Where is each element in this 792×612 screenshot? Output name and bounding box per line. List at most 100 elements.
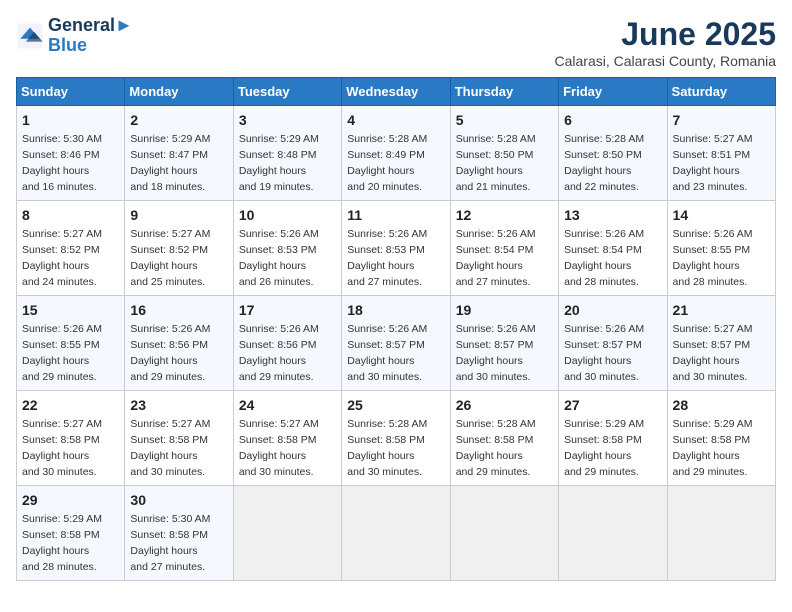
calendar-cell: 28 Sunrise: 5:29 AMSunset: 8:58 PMDayligh… — [667, 391, 775, 486]
day-number: 20 — [564, 300, 661, 320]
calendar-cell: 2 Sunrise: 5:29 AMSunset: 8:47 PMDaylight… — [125, 106, 233, 201]
day-detail: Sunrise: 5:30 AMSunset: 8:58 PMDaylight … — [130, 513, 210, 573]
calendar-cell: 8 Sunrise: 5:27 AMSunset: 8:52 PMDaylight… — [17, 201, 125, 296]
calendar-cell: 23 Sunrise: 5:27 AMSunset: 8:58 PMDayligh… — [125, 391, 233, 486]
calendar-cell: 12 Sunrise: 5:26 AMSunset: 8:54 PMDayligh… — [450, 201, 558, 296]
calendar-cell: 1Sunrise: 5:30 AMSunset: 8:46 PMDaylight… — [17, 106, 125, 201]
day-number: 30 — [130, 490, 227, 510]
calendar-cell: 13 Sunrise: 5:26 AMSunset: 8:54 PMDayligh… — [559, 201, 667, 296]
day-detail: Sunrise: 5:26 AMSunset: 8:55 PMDaylight … — [22, 323, 102, 383]
day-detail: Sunrise: 5:26 AMSunset: 8:55 PMDaylight … — [673, 228, 753, 288]
calendar-body: 1Sunrise: 5:30 AMSunset: 8:46 PMDaylight… — [17, 106, 776, 581]
day-number: 13 — [564, 205, 661, 225]
calendar-cell: 30 Sunrise: 5:30 AMSunset: 8:58 PMDayligh… — [125, 486, 233, 581]
day-number: 2 — [130, 110, 227, 130]
day-number: 5 — [456, 110, 553, 130]
week-row-2: 8 Sunrise: 5:27 AMSunset: 8:52 PMDaylight… — [17, 201, 776, 296]
day-number: 27 — [564, 395, 661, 415]
title-area: June 2025 Calarasi, Calarasi County, Rom… — [555, 16, 777, 69]
day-number: 12 — [456, 205, 553, 225]
calendar-cell: 25Sunrise: 5:28 AMSunset: 8:58 PMDayligh… — [342, 391, 450, 486]
calendar-cell: 21 Sunrise: 5:27 AMSunset: 8:57 PMDayligh… — [667, 296, 775, 391]
day-number: 6 — [564, 110, 661, 130]
logo: General► Blue — [16, 16, 133, 56]
day-number: 8 — [22, 205, 119, 225]
day-number: 18 — [347, 300, 444, 320]
day-number: 15 — [22, 300, 119, 320]
day-detail: Sunrise: 5:27 AMSunset: 8:51 PMDaylight … — [673, 133, 753, 193]
day-number: 28 — [673, 395, 770, 415]
calendar-cell — [559, 486, 667, 581]
calendar-cell: 5 Sunrise: 5:28 AMSunset: 8:50 PMDaylight… — [450, 106, 558, 201]
day-detail: Sunrise: 5:26 AMSunset: 8:54 PMDaylight … — [456, 228, 536, 288]
day-number: 29 — [22, 490, 119, 510]
calendar-table: SundayMondayTuesdayWednesdayThursdayFrid… — [16, 77, 776, 581]
calendar-cell: 4 Sunrise: 5:28 AMSunset: 8:49 PMDaylight… — [342, 106, 450, 201]
day-detail: Sunrise: 5:29 AMSunset: 8:58 PMDaylight … — [673, 418, 753, 478]
header-saturday: Saturday — [667, 78, 775, 106]
calendar-cell: 19Sunrise: 5:26 AMSunset: 8:57 PMDayligh… — [450, 296, 558, 391]
logo-icon — [16, 22, 44, 50]
page-header: General► Blue June 2025 Calarasi, Calara… — [16, 16, 776, 69]
day-number: 19 — [456, 300, 553, 320]
day-detail: Sunrise: 5:27 AMSunset: 8:58 PMDaylight … — [22, 418, 102, 478]
day-detail: Sunrise: 5:26 AMSunset: 8:56 PMDaylight … — [130, 323, 210, 383]
logo-text: General► Blue — [48, 16, 133, 56]
day-detail: Sunrise: 5:28 AMSunset: 8:58 PMDaylight … — [347, 418, 427, 478]
calendar-cell: 24 Sunrise: 5:27 AMSunset: 8:58 PMDayligh… — [233, 391, 341, 486]
day-number: 26 — [456, 395, 553, 415]
calendar-cell: 29 Sunrise: 5:29 AMSunset: 8:58 PMDayligh… — [17, 486, 125, 581]
day-number: 1 — [22, 110, 119, 130]
calendar-cell: 15 Sunrise: 5:26 AMSunset: 8:55 PMDayligh… — [17, 296, 125, 391]
day-number: 14 — [673, 205, 770, 225]
week-row-5: 29 Sunrise: 5:29 AMSunset: 8:58 PMDayligh… — [17, 486, 776, 581]
calendar-cell: 20 Sunrise: 5:26 AMSunset: 8:57 PMDayligh… — [559, 296, 667, 391]
day-number: 17 — [239, 300, 336, 320]
day-detail: Sunrise: 5:26 AMSunset: 8:57 PMDaylight … — [564, 323, 644, 383]
day-detail: Sunrise: 5:28 AMSunset: 8:49 PMDaylight … — [347, 133, 427, 193]
day-detail: Sunrise: 5:26 AMSunset: 8:56 PMDaylight … — [239, 323, 319, 383]
day-number: 21 — [673, 300, 770, 320]
month-title: June 2025 — [555, 16, 777, 53]
day-detail: Sunrise: 5:26 AMSunset: 8:53 PMDaylight … — [239, 228, 319, 288]
calendar-cell: 10Sunrise: 5:26 AMSunset: 8:53 PMDayligh… — [233, 201, 341, 296]
header-sunday: Sunday — [17, 78, 125, 106]
day-number: 23 — [130, 395, 227, 415]
day-detail: Sunrise: 5:27 AMSunset: 8:58 PMDaylight … — [130, 418, 210, 478]
calendar-header: SundayMondayTuesdayWednesdayThursdayFrid… — [17, 78, 776, 106]
day-detail: Sunrise: 5:29 AMSunset: 8:48 PMDaylight … — [239, 133, 319, 193]
day-detail: Sunrise: 5:27 AMSunset: 8:57 PMDaylight … — [673, 323, 753, 383]
calendar-cell: 11Sunrise: 5:26 AMSunset: 8:53 PMDayligh… — [342, 201, 450, 296]
day-detail: Sunrise: 5:28 AMSunset: 8:50 PMDaylight … — [456, 133, 536, 193]
day-detail: Sunrise: 5:29 AMSunset: 8:58 PMDaylight … — [22, 513, 102, 573]
day-detail: Sunrise: 5:27 AMSunset: 8:52 PMDaylight … — [22, 228, 102, 288]
day-detail: Sunrise: 5:27 AMSunset: 8:58 PMDaylight … — [239, 418, 319, 478]
day-number: 16 — [130, 300, 227, 320]
calendar-cell — [342, 486, 450, 581]
header-monday: Monday — [125, 78, 233, 106]
calendar-cell: 3 Sunrise: 5:29 AMSunset: 8:48 PMDaylight… — [233, 106, 341, 201]
day-number: 3 — [239, 110, 336, 130]
location: Calarasi, Calarasi County, Romania — [555, 53, 777, 69]
day-number: 9 — [130, 205, 227, 225]
day-number: 11 — [347, 205, 444, 225]
day-number: 24 — [239, 395, 336, 415]
calendar-cell: 26Sunrise: 5:28 AMSunset: 8:58 PMDayligh… — [450, 391, 558, 486]
day-detail: Sunrise: 5:27 AMSunset: 8:52 PMDaylight … — [130, 228, 210, 288]
calendar-cell — [667, 486, 775, 581]
day-detail: Sunrise: 5:26 AMSunset: 8:54 PMDaylight … — [564, 228, 644, 288]
header-thursday: Thursday — [450, 78, 558, 106]
day-detail: Sunrise: 5:29 AMSunset: 8:58 PMDaylight … — [564, 418, 644, 478]
day-number: 4 — [347, 110, 444, 130]
calendar-cell: 7 Sunrise: 5:27 AMSunset: 8:51 PMDaylight… — [667, 106, 775, 201]
day-number: 7 — [673, 110, 770, 130]
header-friday: Friday — [559, 78, 667, 106]
calendar-cell: 9 Sunrise: 5:27 AMSunset: 8:52 PMDaylight… — [125, 201, 233, 296]
calendar-cell: 14 Sunrise: 5:26 AMSunset: 8:55 PMDayligh… — [667, 201, 775, 296]
day-detail: Sunrise: 5:29 AMSunset: 8:47 PMDaylight … — [130, 133, 210, 193]
calendar-cell — [450, 486, 558, 581]
calendar-cell: 22 Sunrise: 5:27 AMSunset: 8:58 PMDayligh… — [17, 391, 125, 486]
calendar-cell: 27 Sunrise: 5:29 AMSunset: 8:58 PMDayligh… — [559, 391, 667, 486]
day-detail: Sunrise: 5:26 AMSunset: 8:57 PMDaylight … — [347, 323, 427, 383]
day-number: 22 — [22, 395, 119, 415]
